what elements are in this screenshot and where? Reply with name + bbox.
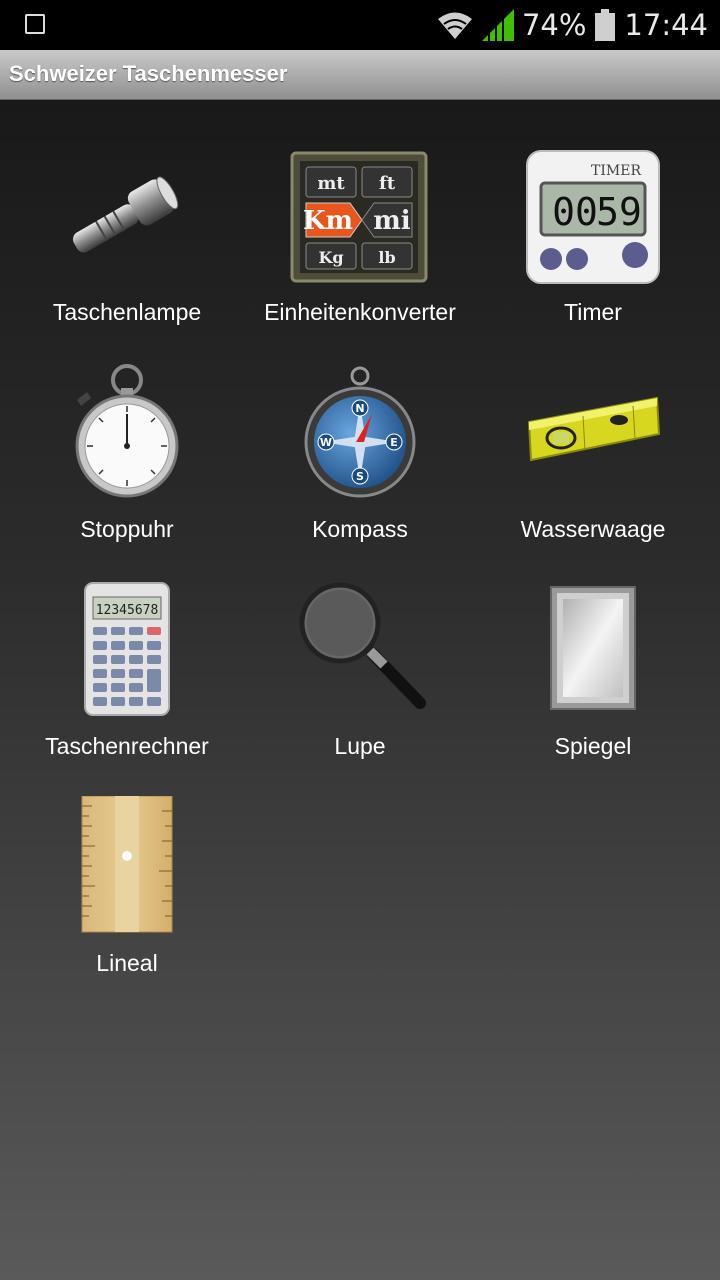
- tool-wasserwaage[interactable]: Wasserwaage: [476, 317, 710, 542]
- calculator-icon: 12345678: [84, 582, 170, 716]
- status-bar: 74% 17:44: [0, 0, 720, 50]
- tool-taschenlampe[interactable]: Taschenlampe: [10, 100, 244, 325]
- tool-timer[interactable]: TIMER 00 59 Timer: [476, 100, 710, 325]
- compass-south: S: [356, 470, 364, 483]
- tool-label: Spiegel: [554, 733, 632, 759]
- stopwatch-icon: [75, 364, 179, 498]
- battery-percentage: 74%: [521, 8, 587, 42]
- unit-label-kg: Kg: [318, 248, 343, 267]
- unit-converter-icon: mt ft Km mi Kg lb: [290, 151, 428, 283]
- compass-east: E: [390, 436, 398, 449]
- spirit-level-icon: [527, 396, 661, 462]
- timer-icon: TIMER 00 59: [526, 150, 660, 284]
- compass-icon: N E S W: [304, 366, 416, 498]
- tool-lineal[interactable]: Lineal: [10, 751, 244, 976]
- tool-einheitenkonverter[interactable]: mt ft Km mi Kg lb Einheitenkonverter: [243, 100, 477, 325]
- compass-north: N: [355, 402, 364, 415]
- tool-label: Lineal: [96, 950, 158, 976]
- image-notification-icon: [25, 14, 45, 34]
- compass-west: W: [320, 436, 332, 449]
- tool-lupe[interactable]: Lupe: [243, 534, 477, 759]
- clock: 17:44: [624, 8, 708, 42]
- unit-label-mt: mt: [317, 173, 345, 194]
- unit-label-lb: lb: [378, 248, 395, 267]
- tool-taschenrechner[interactable]: 12345678 Taschenrechner: [10, 534, 244, 759]
- timer-brand: TIMER: [591, 163, 641, 179]
- ruler-icon: [81, 796, 173, 933]
- unit-label-ft: ft: [379, 173, 396, 194]
- tool-label: Lupe: [334, 733, 386, 759]
- timer-minutes: 00: [552, 190, 598, 234]
- tool-grid: Taschenlampe mt ft Km mi Kg lb Einheiten…: [0, 100, 720, 1280]
- calculator-display: 12345678: [96, 603, 159, 618]
- flashlight-icon: [72, 176, 179, 253]
- unit-label-km: Km: [303, 206, 353, 236]
- battery-icon: [595, 9, 616, 41]
- timer-seconds: 59: [596, 190, 642, 234]
- mirror-icon: [550, 586, 636, 710]
- tool-spiegel[interactable]: Spiegel: [476, 534, 710, 759]
- signal-icon: [481, 9, 514, 41]
- wifi-icon: [437, 12, 472, 39]
- status-indicators: 74% 17:44: [436, 0, 708, 50]
- tool-stoppuhr[interactable]: Stoppuhr: [10, 317, 244, 542]
- app-title: Schweizer Taschenmesser: [9, 61, 288, 86]
- magnifier-icon: [299, 582, 426, 709]
- unit-label-mi: mi: [373, 206, 411, 236]
- action-bar: Schweizer Taschenmesser: [0, 50, 720, 100]
- tool-kompass[interactable]: N E S W Kompass: [243, 317, 477, 542]
